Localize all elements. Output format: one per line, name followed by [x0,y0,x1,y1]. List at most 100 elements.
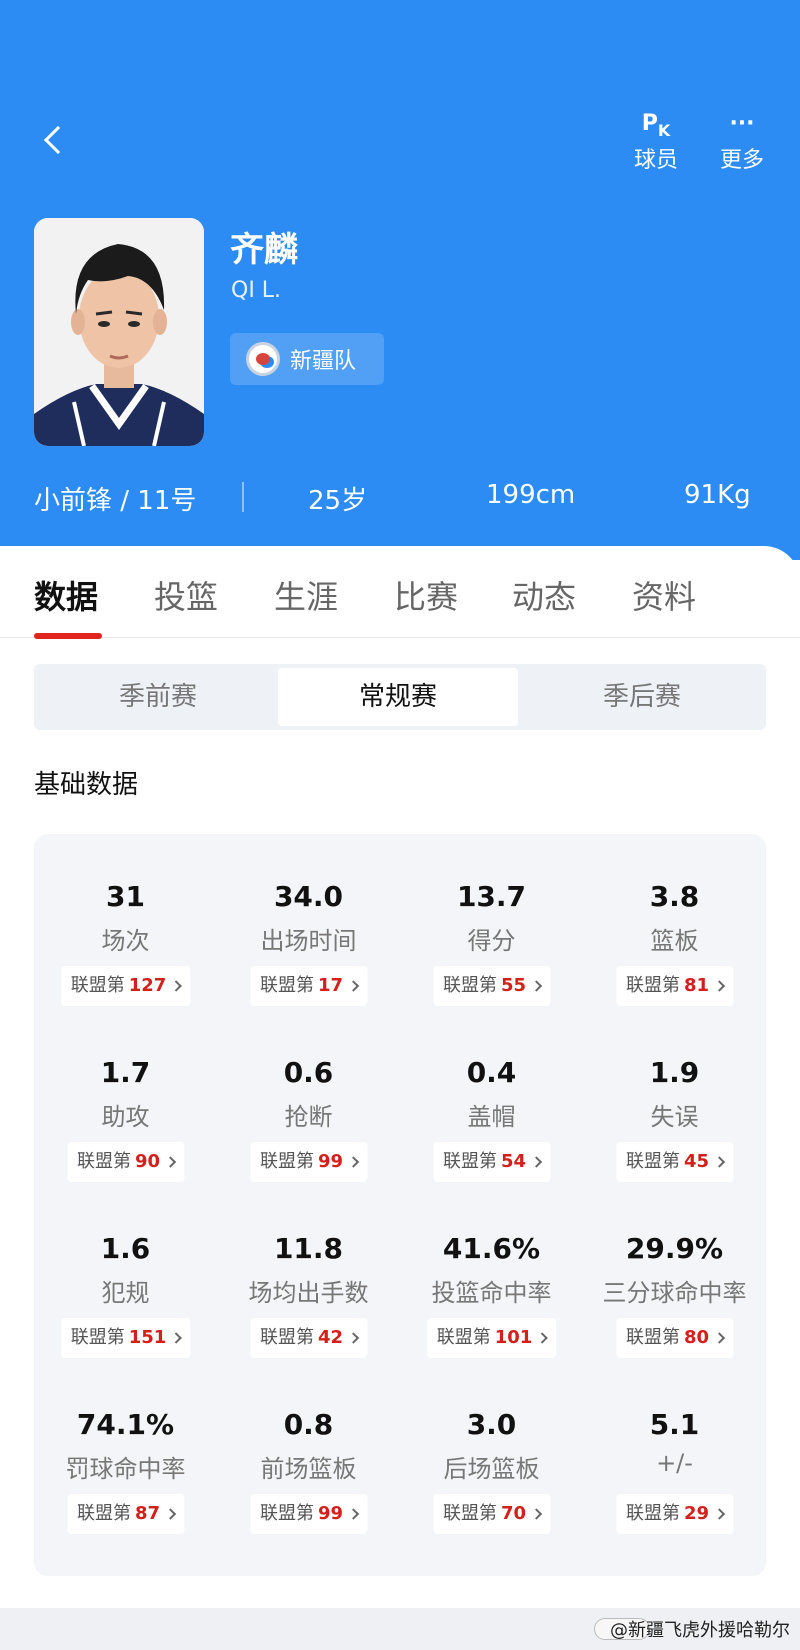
team-logo-icon [246,342,280,376]
stat-value: 3.8 [649,880,700,913]
player-name-cn: 齐麟 [230,230,298,270]
stat-item: 34.0 出场时间 联盟第 17 [217,844,400,1020]
league-rank-button[interactable]: 联盟第 55 [432,966,551,1006]
segment-preseason[interactable]: 季前赛 [38,668,278,726]
pk-icon: PK [641,111,671,140]
stat-value: 13.7 [456,880,527,913]
active-tab-indicator [34,633,102,639]
rank-prefix: 联盟第 [442,1151,497,1172]
rank-prefix: 联盟第 [76,1151,131,1172]
pk-player-button[interactable]: PK 球员 [616,108,696,174]
chevron-right-icon [347,1508,359,1520]
league-rank-button[interactable]: 联盟第 151 [60,1318,191,1358]
chevron-right-icon [170,1332,182,1344]
chevron-right-icon [713,1156,725,1168]
rank-number: 127 [128,975,167,996]
stat-item: 13.7 得分 联盟第 55 [400,844,583,1020]
stat-label: 抢断 [284,1103,333,1131]
stat-value: 5.1 [649,1408,700,1441]
more-label: 更多 [719,148,764,173]
rank-prefix: 联盟第 [259,1151,314,1172]
league-rank-button[interactable]: 联盟第 70 [432,1494,551,1534]
rank-prefix: 联盟第 [625,1327,680,1348]
stat-value: 1.6 [100,1232,151,1265]
player-weight: 91Kg [684,480,751,510]
league-rank-button[interactable]: 联盟第 99 [249,1494,368,1534]
stat-value: 34.0 [273,880,344,913]
rank-prefix: 联盟第 [625,975,680,996]
league-rank-button[interactable]: 联盟第 42 [249,1318,368,1358]
league-rank-button[interactable]: 联盟第 99 [249,1142,368,1182]
rank-number: 87 [134,1503,161,1524]
tab-career[interactable]: 生涯 [274,572,338,618]
stat-label: 后场篮板 [443,1455,540,1483]
league-rank-button[interactable]: 联盟第 54 [432,1142,551,1182]
segment-regular-season[interactable]: 常规赛 [278,668,518,726]
stat-item: 3.0 后场篮板 联盟第 70 [400,1372,583,1548]
stat-value: 74.1% [76,1408,175,1441]
stat-value: 11.8 [273,1232,344,1265]
chevron-right-icon [170,980,182,992]
chevron-right-icon [713,980,725,992]
rank-number: 45 [683,1151,710,1172]
rank-number: 99 [317,1503,344,1524]
chevron-right-icon [164,1156,176,1168]
stat-value: 1.7 [100,1056,151,1089]
stat-value: 0.8 [283,1408,334,1441]
rank-number: 90 [134,1151,161,1172]
stat-item: 0.8 前场篮板联盟第 99 [217,1372,400,1548]
tab-shooting[interactable]: 投篮 [154,572,218,618]
rank-number: 80 [683,1327,710,1348]
rank-number: 151 [128,1327,167,1348]
watermark: @新疆飞虎外援哈勒尔 [610,1620,790,1641]
league-rank-button[interactable]: 联盟第 29 [615,1494,734,1534]
league-rank-button[interactable]: 联盟第 80 [615,1318,734,1358]
league-rank-button[interactable]: 联盟第 90 [66,1142,185,1182]
stat-item: 31 场次 联盟第 127 [34,844,217,1020]
content-panel: 数据 投篮 生涯 比赛 动态 资料 季前赛 常规赛 季后赛 基础数据 31 场次联… [0,546,800,1650]
stat-label: 助攻 [101,1103,150,1131]
chevron-right-icon [713,1332,725,1344]
stats-grid: 31 场次 联盟第 127 34.0 出场时间 联盟第 17 13.7 得分 联盟第 55 3.8 篮板联… [34,834,766,1576]
more-button[interactable]: ··· 更多 [702,108,782,174]
tab-profile[interactable]: 资料 [632,572,696,618]
tab-news[interactable]: 动态 [512,572,576,618]
rank-prefix: 联盟第 [436,1327,491,1348]
section-title: 基础数据 [34,770,139,800]
stat-label: 前场篮板 [260,1455,357,1483]
tab-bar: 数据 投篮 生涯 比赛 动态 资料 [0,546,800,639]
league-rank-button[interactable]: 联盟第 87 [66,1494,185,1534]
league-rank-button[interactable]: 联盟第 17 [249,966,368,1006]
stat-value: 41.6% [442,1232,541,1265]
info-divider [242,482,244,512]
stat-item: 1.7 助攻联盟第 90 [34,1020,217,1196]
segment-playoffs[interactable]: 季后赛 [522,668,762,726]
rank-prefix: 联盟第 [76,1503,131,1524]
season-type-selector: 季前赛 常规赛 季后赛 [34,664,766,730]
stat-value: 0.6 [283,1056,334,1089]
stat-label: 场次 [101,927,150,955]
rank-number: 55 [500,975,527,996]
stat-label: 罚球命中率 [65,1455,186,1483]
tab-games[interactable]: 比赛 [394,572,458,618]
rank-number: 17 [317,975,344,996]
tab-stats[interactable]: 数据 [34,572,98,618]
league-rank-button[interactable]: 联盟第 101 [426,1318,557,1358]
stat-value: 29.9% [625,1232,724,1265]
stat-item: 29.9% 三分球命中率 联盟第 80 [583,1196,766,1372]
position-number: 小前锋 / 11号 [34,486,197,516]
stat-item: 3.8 篮板 联盟第 81 [583,844,766,1020]
league-rank-button[interactable]: 联盟第 81 [615,966,734,1006]
rank-number: 42 [317,1327,344,1348]
player-portrait-icon [34,218,204,446]
league-rank-button[interactable]: 联盟第 127 [60,966,191,1006]
chevron-right-icon [164,1508,176,1520]
back-button[interactable] [38,122,73,162]
league-rank-button[interactable]: 联盟第 45 [615,1142,734,1182]
player-height: 199cm [486,480,576,510]
chevron-right-icon [530,980,542,992]
team-chip[interactable]: 新疆队 [230,333,384,385]
stat-item: 0.4 盖帽 联盟第 54 [400,1020,583,1196]
stat-label: 盖帽 [467,1103,516,1131]
pk-player-label: 球员 [633,148,678,173]
